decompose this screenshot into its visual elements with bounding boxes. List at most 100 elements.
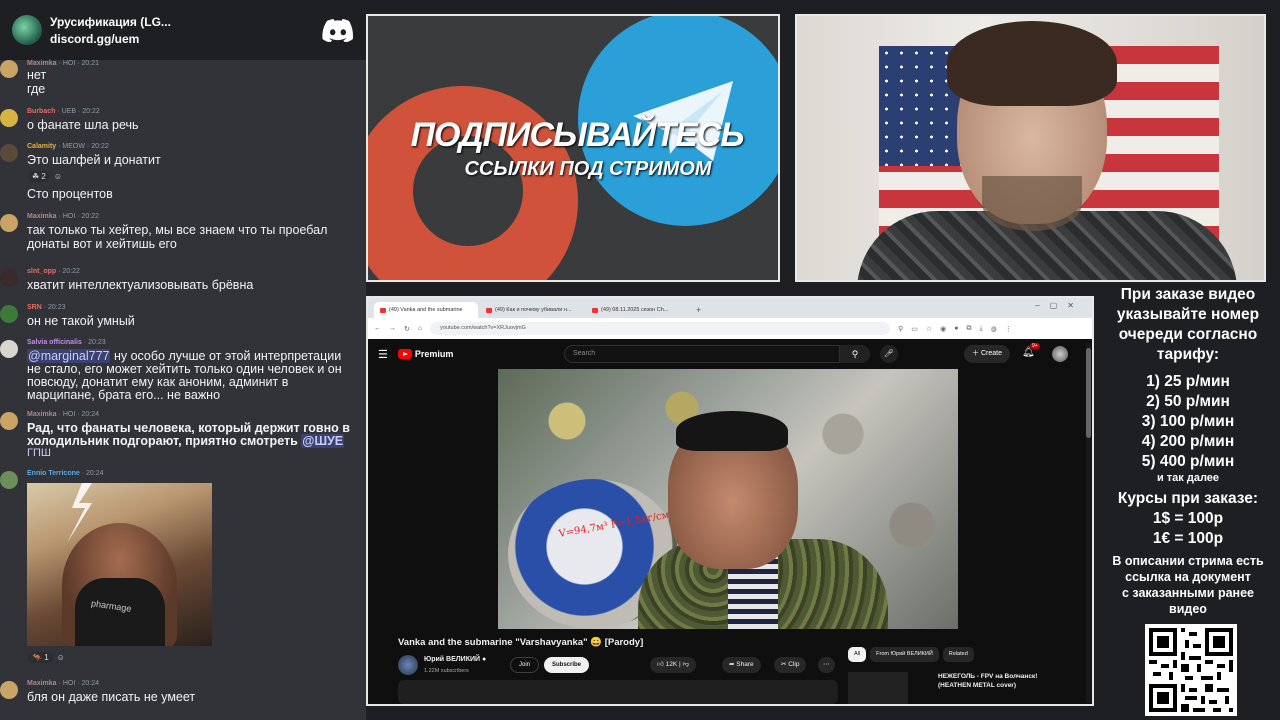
role-badge: HOI xyxy=(62,680,76,687)
extension-icon[interactable]: ● xyxy=(954,325,958,333)
channel-avatar[interactable] xyxy=(398,655,418,675)
subscribe-button[interactable]: Subscribe xyxy=(544,657,590,673)
username[interactable]: Ennio Terricone xyxy=(27,470,80,477)
server-invite-link[interactable]: discord.gg/uem xyxy=(50,32,322,46)
username[interactable]: Maximka xyxy=(27,680,57,687)
username[interactable]: slnt_opp xyxy=(27,268,56,275)
window-controls[interactable]: –▢✕ xyxy=(1035,301,1084,310)
server-header[interactable]: Урусификация (LG... discord.gg/uem xyxy=(0,0,366,60)
username[interactable]: Maximka xyxy=(27,60,57,67)
chip-from-channel[interactable]: From Юрий ВЕЛИКИЙ xyxy=(870,647,939,662)
join-button[interactable]: Join xyxy=(510,657,540,673)
username[interactable]: Calamity xyxy=(27,143,56,150)
username[interactable]: Maximka xyxy=(27,213,57,220)
username[interactable]: Salvia officinalis xyxy=(27,339,82,346)
avatar[interactable] xyxy=(0,305,18,323)
forward-icon[interactable]: → xyxy=(389,325,396,332)
recommended-thumbnail[interactable] xyxy=(848,672,908,704)
avatar[interactable] xyxy=(0,60,18,78)
message-text: нет xyxy=(27,68,47,82)
profile-icon[interactable]: ◍ xyxy=(991,325,997,333)
reaction[interactable]: 🦘 1 ☺ xyxy=(28,652,65,663)
scrollbar-thumb[interactable] xyxy=(1086,348,1091,438)
avatar[interactable] xyxy=(0,269,18,287)
tab-strip: (49) Vanka and the submarine (49) Как и … xyxy=(368,298,1092,318)
rate-line: 2) 50 р/мин xyxy=(1146,393,1230,410)
zoom-icon[interactable]: ⚲ xyxy=(898,325,903,333)
recommended-title[interactable]: НЕЖЕГОЛЬ - FPV на Волчанск! (HEATHEN MET… xyxy=(938,672,1068,690)
role-badge: HOI xyxy=(62,213,76,220)
new-tab-button[interactable]: + xyxy=(692,302,705,318)
message-text: донаты вот и хейтишь его xyxy=(27,237,177,251)
subscribe-banner: ПОДПИСЫВАЙТЕСЬ ССЫЛКИ ПОД СТРИМОМ xyxy=(366,14,780,282)
avatar[interactable] xyxy=(0,214,18,232)
create-button[interactable]: ＋ Create xyxy=(964,345,1010,363)
stream-layout: Урусификация (LG... discord.gg/uem Maxim… xyxy=(0,0,1280,720)
youtube-header: ☰ Premium Search ⚲ 🎤︎ ＋ Create 🔔︎ 9+ xyxy=(368,339,1092,369)
add-reaction-icon[interactable]: ☺ xyxy=(54,172,62,181)
channel-name[interactable]: Юрий ВЕЛИКИЙ ● xyxy=(424,656,486,663)
mic-icon[interactable]: 🎤︎ xyxy=(880,345,898,363)
qr-code[interactable] xyxy=(1145,624,1237,716)
browser-tab[interactable]: (49) 08.11.2025 сезон Ch... xyxy=(586,302,690,318)
notification-badge: 9+ xyxy=(1030,343,1040,349)
chip-all[interactable]: All xyxy=(848,647,867,662)
home-icon[interactable]: ⌂ xyxy=(418,325,422,332)
youtube-logo[interactable]: Premium xyxy=(397,349,453,359)
download-icon[interactable]: ⤓ xyxy=(980,325,983,333)
username[interactable]: Burbach xyxy=(27,108,55,115)
discord-chat-panel: Урусификация (LG... discord.gg/uem Maxim… xyxy=(0,0,366,720)
browser-tab[interactable]: (49) Как и почему убивали н... xyxy=(480,302,584,318)
browser-tab[interactable]: (49) Vanka and the submarine xyxy=(374,302,478,318)
url-field[interactable]: youtube.com/watch?v=XRJuovjmG xyxy=(430,322,891,335)
gif-attachment[interactable]: pharmage xyxy=(27,483,212,646)
like-button[interactable]: 👍︎ 12K | 👎︎ xyxy=(650,657,697,673)
more-actions-icon[interactable]: ⋯ xyxy=(818,657,835,673)
user-mention[interactable]: @marginal777 xyxy=(27,349,111,363)
message-text: так только ты хейтер, мы все знаем что т… xyxy=(27,223,328,237)
reload-icon[interactable]: ↻ xyxy=(404,325,410,333)
chip-related[interactable]: Related xyxy=(942,647,974,662)
bookmark-icon[interactable]: ☆ xyxy=(926,325,932,333)
course-line: 1€ = 100р xyxy=(1152,530,1224,547)
rate-line: 3) 100 р/мин xyxy=(1141,413,1235,430)
search-icon[interactable]: ⚲ xyxy=(840,345,870,363)
reaction[interactable]: ☘ 2 ☺ xyxy=(28,171,62,182)
username[interactable]: SRN xyxy=(27,304,42,311)
back-icon[interactable]: ← xyxy=(374,325,381,332)
add-reaction-icon[interactable]: ☺ xyxy=(57,653,65,662)
user-mention[interactable]: ГПШ xyxy=(27,447,51,460)
puzzle-icon[interactable]: ⧉ xyxy=(967,325,972,333)
avatar[interactable] xyxy=(0,340,18,358)
user-mention[interactable]: @ШУЕ xyxy=(301,434,345,448)
video-player[interactable]: V=94,7м³ P=1,5кг/см² xyxy=(498,369,958,629)
avatar[interactable] xyxy=(0,144,18,162)
search-input[interactable]: Search xyxy=(564,345,840,363)
message-text: где xyxy=(27,82,46,96)
timestamp: 20:23 xyxy=(88,339,106,346)
avatar[interactable] xyxy=(1052,346,1068,362)
kebab-menu-icon[interactable]: ⋮ xyxy=(1005,325,1012,333)
extension-icon[interactable]: ◉ xyxy=(940,325,946,333)
message-text: Это шалфей и донатит xyxy=(27,153,161,167)
cast-icon[interactable]: ▭ xyxy=(911,325,918,333)
etc-note: и так далее xyxy=(1156,472,1220,484)
clip-button[interactable]: ✂ Clip xyxy=(774,657,807,673)
username[interactable]: Maximka xyxy=(27,411,57,418)
avatar[interactable] xyxy=(0,681,18,699)
timestamp: 20:24 xyxy=(81,411,100,418)
banner-subtitle: ССЫЛКИ ПОД СТРИМОМ xyxy=(464,158,712,180)
avatar[interactable] xyxy=(0,412,18,430)
hamburger-icon[interactable]: ☰ xyxy=(378,348,388,361)
timestamp: 20:21 xyxy=(81,60,100,67)
related-filter-chips: All From Юрий ВЕЛИКИЙ Related xyxy=(848,647,974,662)
description-box[interactable] xyxy=(398,680,838,704)
avatar[interactable] xyxy=(0,109,18,127)
share-button[interactable]: ➦ Share xyxy=(722,657,761,673)
verified-icon: ● xyxy=(482,656,487,663)
avatar[interactable] xyxy=(0,471,18,489)
message-text: ну особо лучше от этой интерпретации xyxy=(110,349,342,363)
desc-line: видео xyxy=(1169,602,1207,616)
role-badge: MEOW xyxy=(62,143,85,150)
desc-line: В описании стрима есть xyxy=(1112,554,1264,568)
